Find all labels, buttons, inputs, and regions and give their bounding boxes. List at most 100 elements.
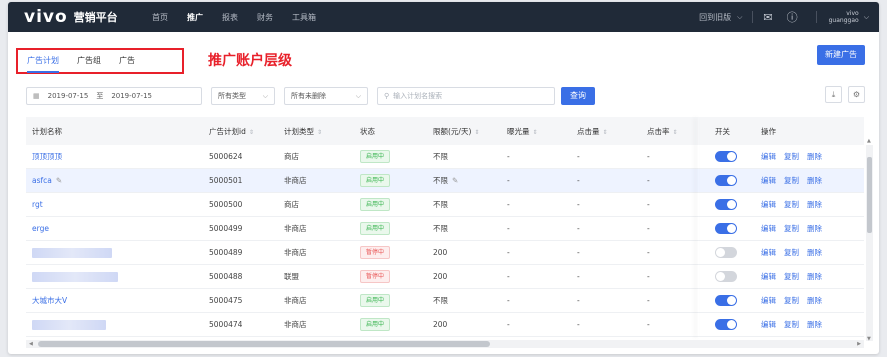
copy-button[interactable]: 复制 <box>784 152 799 161</box>
cell-actions: 编辑 复制 删除 <box>753 319 844 330</box>
status-toggle[interactable] <box>715 295 737 306</box>
campaign-name-link[interactable]: 顶顶顶顶 <box>32 152 62 161</box>
col-limit[interactable]: 限额(元/天) ⇕ <box>433 126 507 137</box>
edit-icon[interactable]: ✎ <box>452 176 458 185</box>
vertical-scrollbar[interactable]: ▲ ▼ <box>866 138 873 342</box>
type-select[interactable]: 所有类型 ⌵ <box>211 87 275 105</box>
chevron-down-icon: ⌵ <box>262 91 268 100</box>
limit-value: 不限 <box>433 224 448 233</box>
cell-status: 启用中 <box>360 294 433 307</box>
copy-button[interactable]: 复制 <box>784 296 799 305</box>
tab-campaign[interactable]: 广告计划 <box>27 53 59 73</box>
nav-home[interactable]: 首页 <box>152 12 168 23</box>
download-icon[interactable]: ⤓ <box>825 86 842 103</box>
col-impressions-label: 曝光量 <box>507 126 530 136</box>
delete-button[interactable]: 删除 <box>807 320 822 329</box>
campaign-name-link[interactable]: asfca <box>32 176 52 185</box>
cell-status: 暂停中 <box>360 246 433 259</box>
campaign-name-link[interactable]: erge <box>32 224 49 233</box>
old-version-link[interactable]: 回到旧版 ⌵ <box>699 12 742 23</box>
search-input[interactable]: ⚲ 输入计划名搜索 <box>377 87 555 105</box>
horizontal-scrollbar[interactable]: ◀ ▶ <box>26 340 864 348</box>
campaign-name-link[interactable]: 大城市大V <box>32 296 67 305</box>
scroll-right-icon[interactable]: ▶ <box>857 341 861 347</box>
cell-status: 启用中 <box>360 318 433 331</box>
campaign-name-link[interactable]: rgt <box>32 200 43 209</box>
scroll-up-icon[interactable]: ▲ <box>867 138 871 144</box>
copy-button[interactable]: 复制 <box>784 248 799 257</box>
copy-button[interactable]: 复制 <box>784 320 799 329</box>
col-impressions[interactable]: 曝光量 ⇕ <box>507 126 577 137</box>
table-row[interactable]: 5000474 非商店 启用中 200 - - - 编辑 复制 删除 <box>26 313 864 337</box>
col-actions: 操作 <box>753 126 844 137</box>
date-range-picker[interactable]: ▦ 2019-07-15 至 2019-07-15 <box>26 87 202 105</box>
copy-button[interactable]: 复制 <box>784 224 799 233</box>
edit-button[interactable]: 编辑 <box>761 248 776 257</box>
nav-promotion[interactable]: 推广 <box>187 12 203 23</box>
scroll-down-icon[interactable]: ▼ <box>867 336 871 342</box>
chevron-down-icon[interactable]: ⌵ <box>864 13 869 22</box>
edit-button[interactable]: 编辑 <box>761 320 776 329</box>
query-button[interactable]: 查询 <box>561 87 595 105</box>
new-ad-button[interactable]: 新建广告 <box>817 45 865 65</box>
table-row[interactable]: 顶顶顶顶 5000624 商店 启用中 不限 - - - 编辑 复制 删除 <box>26 145 864 169</box>
status-toggle[interactable] <box>715 223 737 234</box>
delete-button[interactable]: 删除 <box>807 296 822 305</box>
cell-clicks: - <box>577 320 580 329</box>
table-row[interactable]: 大城市大V 5000475 非商店 启用中 不限 - - - 编辑 复制 删除 <box>26 289 864 313</box>
edit-button[interactable]: 编辑 <box>761 296 776 305</box>
edit-button[interactable]: 编辑 <box>761 176 776 185</box>
table-row[interactable]: asfca ✎ 5000501 非商店 启用中 不限 ✎ - - - 编辑 复制 删除 <box>26 169 864 193</box>
copy-button[interactable]: 复制 <box>784 200 799 209</box>
cell-clicks: - <box>577 152 580 161</box>
cell-id: 5000474 <box>209 320 243 329</box>
tab-adgroup[interactable]: 广告组 <box>77 53 101 69</box>
edit-icon[interactable]: ✎ <box>56 176 62 185</box>
delete-button[interactable]: 删除 <box>807 152 822 161</box>
table-row[interactable]: rgt 5000500 商店 启用中 不限 - - - 编辑 复制 删除 <box>26 193 864 217</box>
status-toggle[interactable] <box>715 151 737 162</box>
delete-button[interactable]: 删除 <box>807 200 822 209</box>
col-actions-label: 操作 <box>761 126 776 136</box>
cell-clicks: - <box>577 200 580 209</box>
delete-button[interactable]: 删除 <box>807 248 822 257</box>
table-row[interactable]: erge 5000499 非商店 启用中 不限 - - - 编辑 复制 删除 <box>26 217 864 241</box>
table-row[interactable]: 5000488 联盟 暂停中 200 - - - 编辑 复制 删除 <box>26 265 864 289</box>
table-row[interactable]: 5000489 非商店 暂停中 200 - - - 编辑 复制 删除 <box>26 241 864 265</box>
settings-icon[interactable]: ⚙ <box>848 86 865 103</box>
status-toggle[interactable] <box>715 247 737 258</box>
delete-button[interactable]: 删除 <box>807 272 822 281</box>
copy-button[interactable]: 复制 <box>784 176 799 185</box>
status-toggle[interactable] <box>715 271 737 282</box>
mail-icon[interactable]: ✉ <box>763 11 772 24</box>
tab-ad[interactable]: 广告 <box>119 53 135 69</box>
edit-button[interactable]: 编辑 <box>761 152 776 161</box>
help-icon[interactable]: ⓘ <box>787 9 798 25</box>
delete-button[interactable]: 删除 <box>807 224 822 233</box>
edit-button[interactable]: 编辑 <box>761 200 776 209</box>
delete-button[interactable]: 删除 <box>807 176 822 185</box>
delete-filter-select[interactable]: 所有未删除 ⌵ <box>284 87 368 105</box>
user-menu[interactable]: vivo guanggao <box>829 10 859 24</box>
status-toggle[interactable] <box>715 199 737 210</box>
edit-button[interactable]: 编辑 <box>761 224 776 233</box>
scroll-thumb[interactable] <box>38 341 490 347</box>
col-clicks[interactable]: 点击量 ⇕ <box>577 126 647 137</box>
copy-button[interactable]: 复制 <box>784 272 799 281</box>
col-type[interactable]: 计划类型 ⇕ <box>284 126 360 137</box>
nav-toolbox[interactable]: 工具箱 <box>292 12 316 23</box>
scroll-left-icon[interactable]: ◀ <box>29 341 33 347</box>
nav-finance[interactable]: 财务 <box>257 12 273 23</box>
nav-reports[interactable]: 报表 <box>222 12 238 23</box>
cell-type: 非商店 <box>284 320 307 329</box>
divider <box>815 11 817 23</box>
brand[interactable]: vivo 营销平台 <box>24 7 152 27</box>
col-id[interactable]: 广告计划id ⇕ <box>209 126 284 137</box>
status-toggle[interactable] <box>715 319 737 330</box>
status-badge: 启用中 <box>360 318 391 331</box>
status-toggle[interactable] <box>715 175 737 186</box>
scroll-thumb[interactable] <box>867 157 872 233</box>
col-status: 状态 <box>360 126 433 137</box>
cell-type: 商店 <box>284 152 299 161</box>
edit-button[interactable]: 编辑 <box>761 272 776 281</box>
